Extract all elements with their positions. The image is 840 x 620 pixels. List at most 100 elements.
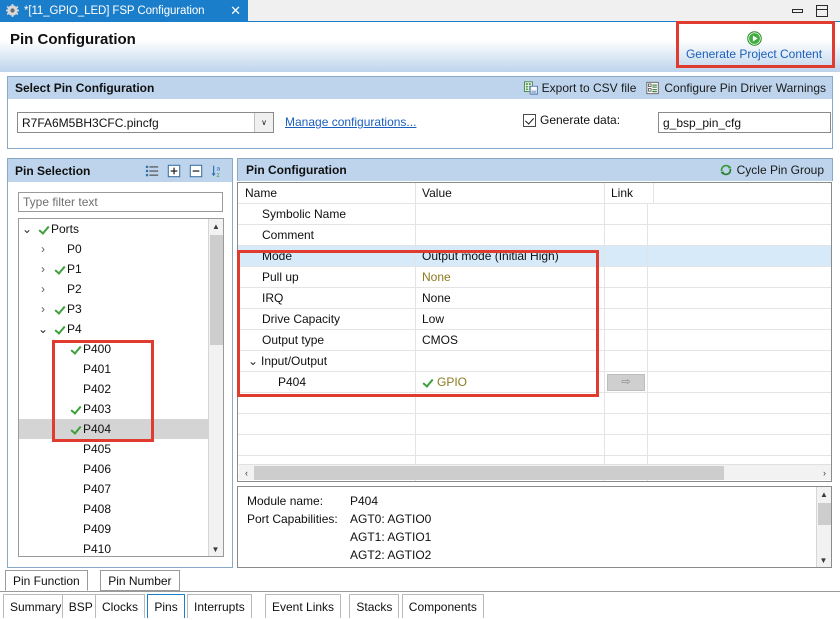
tab-summary[interactable]: Summary: [3, 594, 69, 618]
pin-tree-item-p409[interactable]: P409: [19, 519, 209, 539]
scroll-down-icon[interactable]: ▼: [817, 553, 830, 567]
minimize-button[interactable]: [792, 8, 803, 13]
property-name-cell: Symbolic Name: [238, 204, 416, 224]
chevron-down-icon[interactable]: ⌄: [35, 322, 51, 336]
pin-tree-item-p4[interactable]: ⌄ P4: [19, 319, 209, 339]
scroll-down-icon[interactable]: ▼: [209, 542, 222, 556]
scroll-right-icon[interactable]: ›: [817, 468, 831, 478]
cycle-pin-group-button[interactable]: Cycle Pin Group: [719, 163, 832, 177]
tab-interrupts[interactable]: Interrupts: [187, 594, 252, 618]
pin-properties-hscrollbar[interactable]: ‹ ›: [239, 464, 831, 480]
module-name-label: Module name:: [247, 494, 324, 508]
chevron-right-icon[interactable]: ›: [35, 242, 51, 256]
filter-input[interactable]: Type filter text: [18, 192, 223, 212]
tab-pins[interactable]: Pins: [147, 594, 185, 618]
empty-cell: [648, 414, 831, 434]
pin-tree-scrollbar[interactable]: ▲ ▼: [208, 219, 223, 556]
pin-properties-row[interactable]: IRQ None: [238, 288, 831, 309]
list-view-icon[interactable]: [145, 164, 159, 178]
editor-tab-fsp-configuration[interactable]: *[11_GPIO_LED] FSP Configuration ✕: [0, 0, 248, 21]
configure-pin-driver-warnings-button[interactable]: Configure Pin Driver Warnings: [646, 81, 826, 95]
pin-properties-row[interactable]: ⌄ Input/Output: [238, 351, 831, 372]
chevron-down-icon[interactable]: ⌄: [19, 222, 35, 236]
pin-tree-item-p403[interactable]: P403: [19, 399, 209, 419]
generate-data-checkbox[interactable]: [523, 113, 536, 127]
pin-tree-item-p404[interactable]: P404: [19, 419, 209, 439]
pin-tree-item-ports[interactable]: ⌄ Ports: [19, 219, 209, 239]
pin-tree-item-p406[interactable]: P406: [19, 459, 209, 479]
pin-properties-table[interactable]: Name Value Link Symbolic Name Comment Mode Out…: [237, 182, 832, 482]
generate-data-input[interactable]: g_bsp_pin_cfg: [658, 112, 831, 133]
pin-details-scrollbar[interactable]: ▲ ▼: [816, 487, 831, 567]
property-value-cell[interactable]: Output mode (Initial High): [416, 246, 605, 266]
tab-event-links[interactable]: Event Links: [265, 594, 342, 618]
chevron-right-icon[interactable]: ›: [35, 262, 51, 276]
pin-tree-item-p402[interactable]: P402: [19, 379, 209, 399]
scroll-up-icon[interactable]: ▲: [817, 487, 831, 501]
page-title: Pin Configuration: [10, 31, 136, 48]
pincfg-file-dropdown[interactable]: R7FA6M5BH3CFC.pincfg ∨: [17, 112, 274, 133]
link-arrow-button[interactable]: ⇨: [607, 373, 645, 391]
tab-stacks[interactable]: Stacks: [349, 594, 400, 618]
pin-tree-item-p3[interactable]: › P3: [19, 299, 209, 319]
scrollbar-thumb[interactable]: [210, 235, 223, 345]
property-value-cell[interactable]: [416, 225, 605, 245]
pin-properties-row[interactable]: Drive Capacity Low: [238, 309, 831, 330]
scroll-left-icon[interactable]: ‹: [239, 468, 254, 478]
property-value-cell[interactable]: [416, 204, 605, 224]
tab-clocks[interactable]: Clocks: [95, 594, 146, 618]
window-controls: [792, 0, 836, 21]
hscroll-thumb[interactable]: [254, 465, 724, 480]
pin-properties-row[interactable]: Output type CMOS: [238, 330, 831, 351]
scroll-up-icon[interactable]: ▲: [209, 219, 223, 233]
tab-pin-function[interactable]: Pin Function: [5, 570, 88, 591]
pin-properties-row[interactable]: P404 GPIO ⇨: [238, 372, 831, 393]
pin-properties-header-row[interactable]: Name Value Link: [238, 183, 831, 204]
arrow-right-icon: ⇨: [621, 375, 631, 388]
scrollbar-thumb[interactable]: [818, 503, 831, 525]
pin-properties-row[interactable]: Mode Output mode (Initial High): [238, 246, 831, 267]
chevron-down-icon[interactable]: ⌄: [245, 354, 261, 368]
pin-tree-item-p401[interactable]: P401: [19, 359, 209, 379]
tab-components[interactable]: Components: [401, 594, 484, 618]
property-value-cell[interactable]: [416, 393, 605, 413]
check-glyph: [54, 304, 65, 315]
maximize-button[interactable]: [816, 4, 828, 17]
hscroll-track[interactable]: [254, 465, 817, 480]
pin-tree-item-p400[interactable]: P400: [19, 339, 209, 359]
manage-configurations-link[interactable]: Manage configurations...: [285, 115, 416, 129]
property-name: Symbolic Name: [262, 207, 347, 221]
chevron-right-icon[interactable]: ›: [35, 282, 51, 296]
property-value-cell[interactable]: None: [416, 288, 605, 308]
property-value-cell[interactable]: CMOS: [416, 330, 605, 350]
property-value-cell[interactable]: GPIO: [416, 372, 605, 392]
property-value-cell[interactable]: Low: [416, 309, 605, 329]
pin-tree-item-p410[interactable]: P410: [19, 539, 209, 556]
pin-properties-row[interactable]: [238, 393, 831, 414]
select-pin-configuration-group: Select Pin Configuration Export to CSV f…: [7, 76, 833, 149]
pin-tree-item-p2[interactable]: › P2: [19, 279, 209, 299]
collapse-all-icon[interactable]: [189, 164, 203, 178]
pin-tree-item-p0[interactable]: › P0: [19, 239, 209, 259]
close-icon[interactable]: ✕: [230, 4, 242, 17]
empty-cell: [648, 225, 831, 245]
pin-tree[interactable]: ⌄ Ports › P0 › P1 › P2 › P3 ⌄ P4 P400 P401 P402 P403 P40…: [18, 218, 224, 557]
pin-tree-item-p405[interactable]: P405: [19, 439, 209, 459]
expand-all-icon[interactable]: [167, 164, 181, 178]
export-to-csv-button[interactable]: Export to CSV file: [523, 81, 636, 95]
pin-tree-item-p407[interactable]: P407: [19, 479, 209, 499]
pin-properties-row[interactable]: Comment: [238, 225, 831, 246]
link-cell[interactable]: ⇨: [605, 372, 648, 392]
generate-project-content-button[interactable]: Generate Project Content: [675, 26, 833, 66]
pin-tree-item-p408[interactable]: P408: [19, 499, 209, 519]
property-value-cell[interactable]: None: [416, 267, 605, 287]
sort-az-icon[interactable]: a z: [211, 164, 225, 178]
chevron-down-icon[interactable]: ∨: [254, 113, 273, 132]
pin-properties-row[interactable]: Symbolic Name: [238, 204, 831, 225]
pin-properties-row[interactable]: Pull up None: [238, 267, 831, 288]
pin-properties-rows: Name Value Link Symbolic Name Comment Mode Out…: [238, 183, 831, 481]
chevron-right-icon[interactable]: ›: [35, 302, 51, 316]
property-value-cell[interactable]: [416, 351, 605, 371]
tab-pin-number[interactable]: Pin Number: [100, 570, 180, 591]
pin-tree-item-p1[interactable]: › P1: [19, 259, 209, 279]
